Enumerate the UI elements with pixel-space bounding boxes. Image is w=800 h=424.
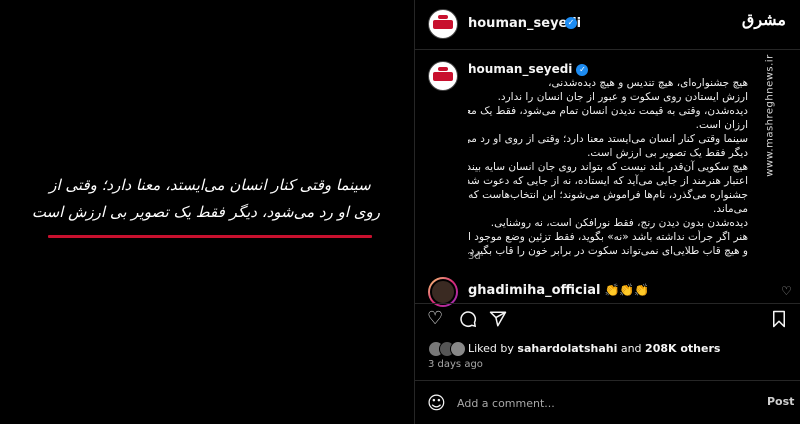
poem-line-2: روی او رد می‌شود، دیگر فقط یک تصویر بی ا…	[31, 203, 380, 221]
watermark-url: www.mashreghnews.ir	[764, 54, 776, 177]
caption-line: هیچ جشنواره‌ای، هیچ تندیس و هیچ دیده‌شدن…	[548, 77, 748, 89]
caption-line: هیچ سکویی آن‌قدر بلند نیست که بتواند روی…	[468, 161, 748, 173]
post-comment-button[interactable]: Post	[767, 395, 794, 408]
caption-line: سینما وقتی کنار انسان می‌ایستد معنا دارد…	[468, 133, 748, 145]
caption-line: هنر اگر جرأت نداشته باشد «نه» بگوید، فقط…	[468, 231, 748, 243]
comment-item: ghadimiha_official 👏👏👏	[468, 283, 649, 298]
bookmark-icon[interactable]	[771, 310, 787, 332]
caption-line: جشنواره می‌گذرد، نام‌ها فراموش می‌شوند؛ …	[468, 189, 748, 201]
caption-text: هیچ جشنواره‌ای، هیچ تندیس و هیچ دیده‌شدن…	[468, 76, 748, 258]
liker-username[interactable]: sahardolatshahi	[517, 342, 617, 355]
likes-count[interactable]: 208K others	[645, 342, 720, 355]
red-underline-stroke	[48, 235, 372, 238]
post-date[interactable]: 3 days ago	[428, 359, 483, 370]
post-side-panel: houman_seyedi ✓ houman_seyedi ✓ هیچ جشنوا…	[414, 0, 800, 424]
comment-input[interactable]	[457, 393, 717, 413]
post-media[interactable]: سینما وقتی کنار انسان می‌ایستد، معنا دار…	[0, 0, 414, 424]
commenter-username[interactable]: ghadimiha_official	[468, 283, 600, 298]
poem-line-1: سینما وقتی کنار انسان می‌ایستد، معنا دار…	[49, 176, 371, 194]
caption-header: houman_seyedi ✓	[468, 62, 589, 76]
caption-line: اعتبار هنرمند از جایی می‌آید که ایستاده،…	[468, 175, 748, 187]
caption-line: ارزان است.	[695, 119, 748, 131]
caption-avatar[interactable]	[428, 61, 458, 91]
caption-username[interactable]: houman_seyedi	[468, 62, 572, 76]
likes-summary: Liked by sahardolatshahi and 208K others	[468, 342, 720, 355]
caption-line: می‌ماند.	[713, 203, 748, 215]
likes-prefix: Liked by	[468, 342, 514, 355]
caption-line: و هیچ قاب طلایی‌ای نمی‌تواند سکوت در برا…	[468, 245, 748, 257]
caption-verified-icon: ✓	[576, 64, 589, 76]
add-comment-bar: ☺ Post	[415, 380, 800, 424]
author-avatar[interactable]	[428, 9, 458, 39]
send-icon[interactable]	[489, 310, 507, 332]
verified-badge-icon: ✓	[565, 17, 577, 29]
caption-timestamp[interactable]: 3d	[468, 251, 481, 262]
caption-line: دیده‌شدن، وقتی به قیمت ندیدن انسان تمام …	[468, 105, 748, 117]
caption-line: ارزش ایستادن روی سکوت و عبور از جان انسا…	[497, 91, 748, 103]
likes-and: and	[620, 342, 642, 355]
action-bar: ♡	[415, 303, 800, 333]
comment-text: 👏👏👏	[604, 283, 650, 297]
caption-line: دیده‌شدن بدون دیدن رنج، فقط نورافکن است،…	[490, 217, 748, 229]
caption-line: دیگر فقط یک تصویر بی ارزش است.	[587, 147, 748, 159]
heart-icon[interactable]: ♡	[427, 310, 443, 328]
comment-bubble-icon[interactable]	[459, 310, 477, 332]
watermark-logo: مشرق	[741, 10, 786, 29]
liker-avatar	[450, 341, 466, 357]
comment-like-heart-icon[interactable]: ♡	[781, 284, 792, 298]
emoji-icon[interactable]: ☺	[427, 393, 446, 414]
liker-avatars[interactable]	[428, 341, 468, 357]
